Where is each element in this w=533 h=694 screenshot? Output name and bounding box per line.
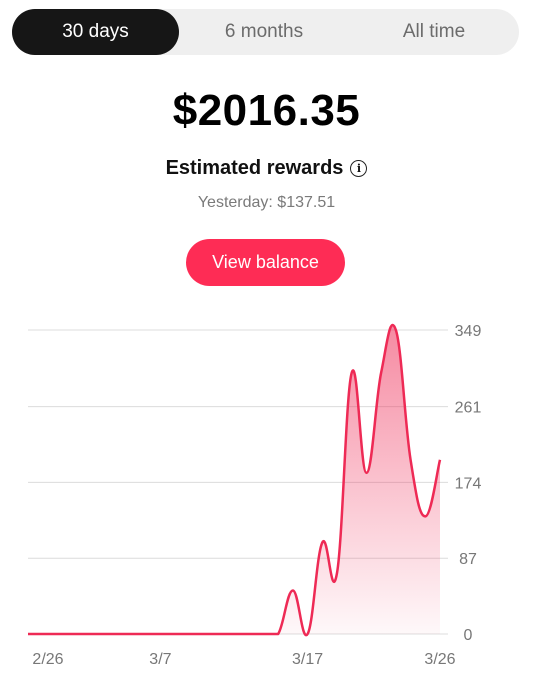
rewards-area bbox=[28, 325, 440, 636]
y-tick-label: 0 bbox=[464, 627, 473, 644]
y-tick-label: 261 bbox=[455, 400, 482, 417]
x-tick-label: 3/17 bbox=[292, 651, 323, 668]
x-tick-label: 2/26 bbox=[32, 651, 63, 668]
x-tick-label: 3/26 bbox=[424, 651, 455, 668]
rewards-chart: 0 87 174 261 349 2/26 3/7 3/17 3/26 bbox=[28, 323, 482, 668]
y-tick-label: 87 bbox=[459, 551, 477, 568]
y-tick-label: 349 bbox=[455, 323, 482, 340]
x-tick-label: 3/7 bbox=[149, 651, 171, 668]
y-tick-label: 174 bbox=[455, 475, 482, 492]
